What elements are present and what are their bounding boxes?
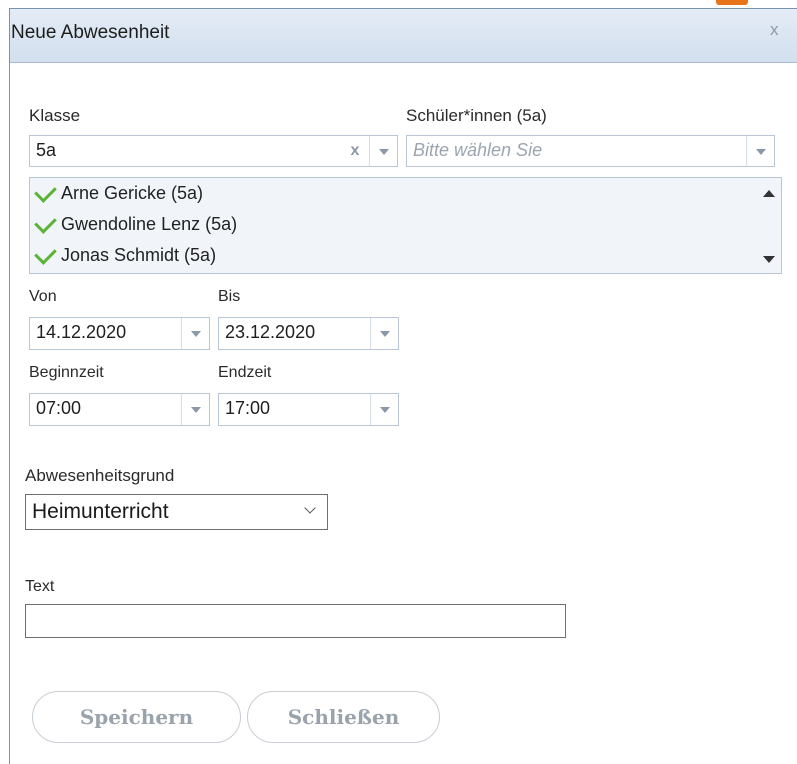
schueler-placeholder: Bitte wählen Sie: [413, 140, 543, 160]
beginnzeit-value: 07:00: [36, 398, 82, 418]
klasse-value: 5a: [36, 140, 57, 160]
clear-icon[interactable]: x: [340, 136, 370, 166]
list-item[interactable]: Arne Gericke (5a): [34, 180, 204, 204]
von-date-field[interactable]: 14.12.2020: [29, 317, 210, 350]
klasse-dropdown-button[interactable]: [369, 136, 398, 166]
beginnzeit-dropdown-button[interactable]: [181, 394, 210, 425]
von-value: 14.12.2020: [36, 322, 127, 342]
bis-label: Bis: [218, 288, 241, 305]
triangle-down-icon: [379, 149, 389, 155]
chevron-down-icon[interactable]: [763, 256, 775, 263]
schueler-dropdown-button[interactable]: [746, 136, 775, 166]
von-label: Von: [29, 288, 57, 305]
grund-select[interactable]: Heimunterricht: [25, 494, 328, 530]
grund-label: Abwesenheitsgrund: [25, 466, 175, 485]
klasse-label: Klasse: [29, 106, 81, 125]
list-item[interactable]: Gwendoline Lenz (5a): [34, 211, 238, 235]
triangle-down-icon: [756, 149, 766, 155]
check-icon: [34, 211, 57, 234]
student-name: Gwendoline Lenz (5a): [61, 214, 238, 234]
endzeit-field[interactable]: 17:00: [218, 393, 399, 426]
schueler-combo[interactable]: Bitte wählen Sie: [406, 135, 775, 167]
save-button[interactable]: Speichern: [32, 691, 241, 743]
check-icon: [34, 242, 57, 265]
bis-dropdown-button[interactable]: [370, 318, 399, 349]
endzeit-dropdown-button[interactable]: [370, 394, 399, 425]
student-name: Arne Gericke (5a): [61, 183, 204, 203]
klasse-combo[interactable]: 5a x: [29, 135, 398, 167]
close-icon[interactable]: x: [770, 20, 779, 40]
chevron-down-icon: [304, 502, 316, 514]
schueler-label: Schüler*innen (5a): [406, 106, 547, 125]
dialog-title: Neue Abwesenheit: [11, 22, 170, 43]
check-icon: [34, 180, 57, 203]
close-button[interactable]: Schließen: [247, 691, 440, 743]
beginnzeit-field[interactable]: 07:00: [29, 393, 210, 426]
triangle-down-icon: [380, 331, 390, 337]
endzeit-value: 17:00: [225, 398, 271, 418]
text-field[interactable]: [25, 604, 566, 638]
dialog: [9, 8, 797, 764]
text-label: Text: [25, 578, 55, 595]
list-item[interactable]: Jonas Schmidt (5a): [34, 242, 217, 266]
student-name: Jonas Schmidt (5a): [61, 245, 217, 265]
triangle-down-icon: [191, 331, 201, 337]
triangle-down-icon: [380, 407, 390, 413]
accent-bar: [716, 0, 748, 5]
bis-value: 23.12.2020: [225, 322, 316, 342]
endzeit-label: Endzeit: [218, 364, 272, 381]
selected-students-list: Arne Gericke (5a) Gwendoline Lenz (5a) J…: [29, 177, 782, 274]
beginnzeit-label: Beginnzeit: [29, 364, 104, 381]
bis-date-field[interactable]: 23.12.2020: [218, 317, 399, 350]
triangle-down-icon: [191, 407, 201, 413]
grund-value: Heimunterricht: [32, 500, 169, 523]
von-dropdown-button[interactable]: [181, 318, 210, 349]
chevron-up-icon[interactable]: [763, 190, 775, 197]
